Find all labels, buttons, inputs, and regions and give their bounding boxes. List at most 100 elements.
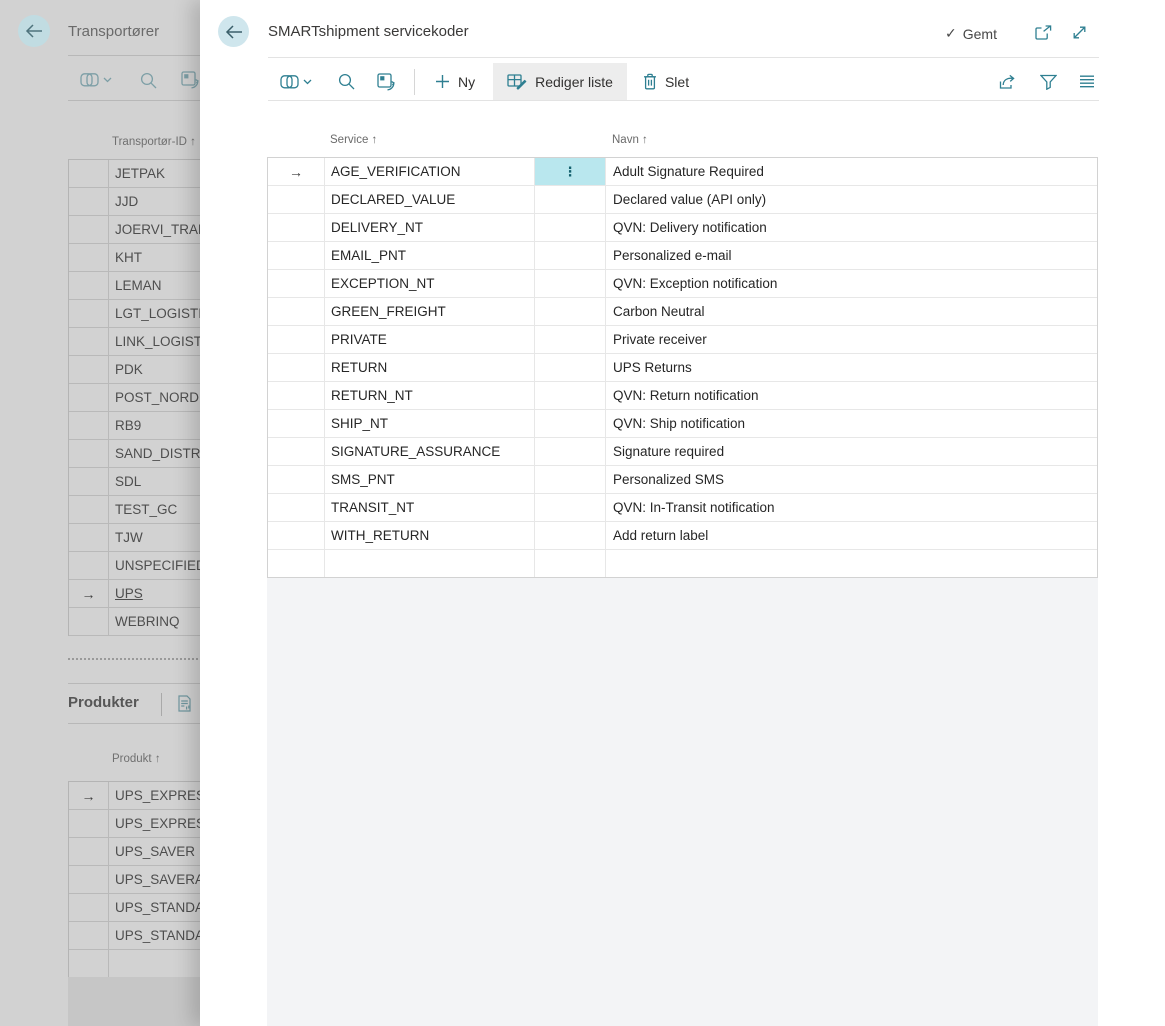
row-selector-cell[interactable]: → (69, 384, 109, 411)
navn-cell[interactable]: Declared value (API only) (606, 186, 1097, 213)
product-cell[interactable]: UPS_EXPRESS (109, 788, 200, 803)
navn-cell[interactable] (606, 550, 1097, 577)
service-cell[interactable]: PRIVATE (325, 326, 535, 353)
table-row[interactable]: → WEBRINQ (69, 608, 200, 636)
row-selector-cell[interactable]: → (69, 412, 109, 439)
row-selector-cell[interactable]: → (268, 354, 325, 381)
row-selector-cell[interactable]: → (268, 382, 325, 409)
row-selector-cell[interactable]: → (268, 326, 325, 353)
table-row[interactable]: → UPS_STANDAR (69, 922, 200, 950)
row-menu-cell[interactable]: ⋮ (535, 242, 606, 269)
row-selector-cell[interactable]: → (69, 894, 109, 921)
views-button[interactable] (280, 74, 312, 90)
service-cell[interactable]: TRANSIT_NT (325, 494, 535, 521)
row-menu-cell[interactable]: ⋮ (535, 410, 606, 437)
navn-cell[interactable]: Personalized e-mail (606, 242, 1097, 269)
table-row[interactable]: → RB9 (69, 412, 200, 440)
service-cell[interactable]: GREEN_FREIGHT (325, 298, 535, 325)
table-row[interactable]: → UPS_STANDAR (69, 894, 200, 922)
navn-cell[interactable]: QVN: Ship notification (606, 410, 1097, 437)
table-row[interactable]: → EXCEPTION_NT ⋮ QVN: Exception notifica… (268, 270, 1097, 298)
list-view-button[interactable] (1079, 75, 1095, 88)
service-cell[interactable]: EXCEPTION_NT (325, 270, 535, 297)
table-row[interactable]: → JJD (69, 188, 200, 216)
row-selector-cell[interactable]: → (69, 300, 109, 327)
table-row[interactable]: → TEST_GC (69, 496, 200, 524)
row-menu-cell[interactable]: ⋮ (535, 438, 606, 465)
row-selector-cell[interactable]: → (69, 580, 109, 607)
table-row[interactable]: → PDK (69, 356, 200, 384)
row-menu-cell[interactable]: ⋮ (535, 550, 606, 577)
carrier-id-cell[interactable]: SDL (109, 474, 200, 489)
service-cell[interactable]: SIGNATURE_ASSURANCE (325, 438, 535, 465)
table-row[interactable]: → GREEN_FREIGHT ⋮ Carbon Neutral (268, 298, 1097, 326)
row-selector-cell[interactable]: → (268, 158, 325, 185)
back-button[interactable] (18, 15, 50, 47)
navn-cell[interactable]: Add return label (606, 522, 1097, 549)
table-row[interactable]: → UPS_SAVERAP (69, 866, 200, 894)
row-selector-cell[interactable]: → (69, 782, 109, 809)
navn-cell[interactable]: QVN: Delivery notification (606, 214, 1097, 241)
edit-list-button[interactable]: Rediger liste (493, 63, 627, 100)
table-row[interactable]: → TRANSIT_NT ⋮ QVN: In-Transit notificat… (268, 494, 1097, 522)
service-cell[interactable]: SMS_PNT (325, 466, 535, 493)
row-selector-cell[interactable]: → (69, 608, 109, 635)
table-row[interactable]: → EMAIL_PNT ⋮ Personalized e-mail (268, 242, 1097, 270)
table-row[interactable]: → LEMAN (69, 272, 200, 300)
table-row[interactable]: → KHT (69, 244, 200, 272)
table-row[interactable]: → SAND_DISTRIB (69, 440, 200, 468)
row-selector-cell[interactable]: → (69, 468, 109, 495)
navn-cell[interactable]: Personalized SMS (606, 466, 1097, 493)
carrier-id-cell[interactable]: TJW (109, 530, 200, 545)
table-row[interactable]: → JETPAK (69, 160, 200, 188)
table-row[interactable]: → (69, 950, 200, 978)
carrier-id-cell[interactable]: LEMAN (109, 278, 200, 293)
service-cell[interactable]: WITH_RETURN (325, 522, 535, 549)
row-selector-cell[interactable]: → (69, 216, 109, 243)
row-selector-cell[interactable]: → (69, 244, 109, 271)
navn-cell[interactable]: QVN: Exception notification (606, 270, 1097, 297)
carrier-id-cell[interactable]: POST_NORD (109, 390, 200, 405)
row-selector-cell[interactable]: → (268, 214, 325, 241)
row-selector-cell[interactable]: → (69, 272, 109, 299)
row-menu-cell[interactable]: ⋮ (535, 326, 606, 353)
table-row[interactable]: → UPS (69, 580, 200, 608)
views-button[interactable] (80, 72, 112, 88)
open-in-excel-button[interactable] (181, 71, 199, 89)
table-row[interactable]: → SDL (69, 468, 200, 496)
row-menu-cell[interactable]: ⋮ (535, 382, 606, 409)
row-selector-cell[interactable]: → (69, 922, 109, 949)
navn-cell[interactable]: QVN: In-Transit notification (606, 494, 1097, 521)
product-cell[interactable]: UPS_SAVERAP (109, 872, 200, 887)
delete-button[interactable]: Slet (633, 63, 699, 100)
carrier-id-cell[interactable]: WEBRINQ (109, 614, 200, 629)
service-cell[interactable]: RETURN (325, 354, 535, 381)
table-row[interactable]: → RETURN_NT ⋮ QVN: Return notification (268, 382, 1097, 410)
row-menu-cell[interactable]: ⋮ (535, 466, 606, 493)
carrier-id-cell[interactable]: RB9 (109, 418, 200, 433)
row-selector-cell[interactable]: → (268, 466, 325, 493)
carrier-id-cell[interactable]: JOERVI_TRANS (109, 222, 200, 237)
row-selector-cell[interactable]: → (69, 160, 109, 187)
search-button[interactable] (140, 72, 157, 89)
carrier-id-cell[interactable]: JETPAK (109, 166, 200, 181)
navn-cell[interactable]: UPS Returns (606, 354, 1097, 381)
search-button[interactable] (338, 73, 355, 90)
row-selector-cell[interactable]: → (69, 328, 109, 355)
table-row[interactable]: → UNSPECIFIED (69, 552, 200, 580)
row-selector-cell[interactable]: → (268, 270, 325, 297)
carrier-id-cell[interactable]: LGT_LOGISTICS (109, 306, 200, 321)
row-selector-cell[interactable]: → (69, 838, 109, 865)
table-row[interactable]: → DECLARED_VALUE ⋮ Declared value (API o… (268, 186, 1097, 214)
row-selector-cell[interactable]: → (69, 356, 109, 383)
service-cell[interactable]: EMAIL_PNT (325, 242, 535, 269)
service-cell[interactable]: SHIP_NT (325, 410, 535, 437)
row-menu-cell[interactable]: ⋮ (535, 354, 606, 381)
navn-cell[interactable]: Carbon Neutral (606, 298, 1097, 325)
table-row[interactable]: → PRIVATE ⋮ Private receiver (268, 326, 1097, 354)
table-row[interactable]: → SIGNATURE_ASSURANCE ⋮ Signature requir… (268, 438, 1097, 466)
row-selector-cell[interactable]: → (69, 552, 109, 579)
table-row[interactable]: → SHIP_NT ⋮ QVN: Ship notification (268, 410, 1097, 438)
table-row[interactable]: → AGE_VERIFICATION ⋮ Adult Signature Req… (268, 158, 1097, 186)
table-row[interactable]: → LINK_LOGISTIC (69, 328, 200, 356)
